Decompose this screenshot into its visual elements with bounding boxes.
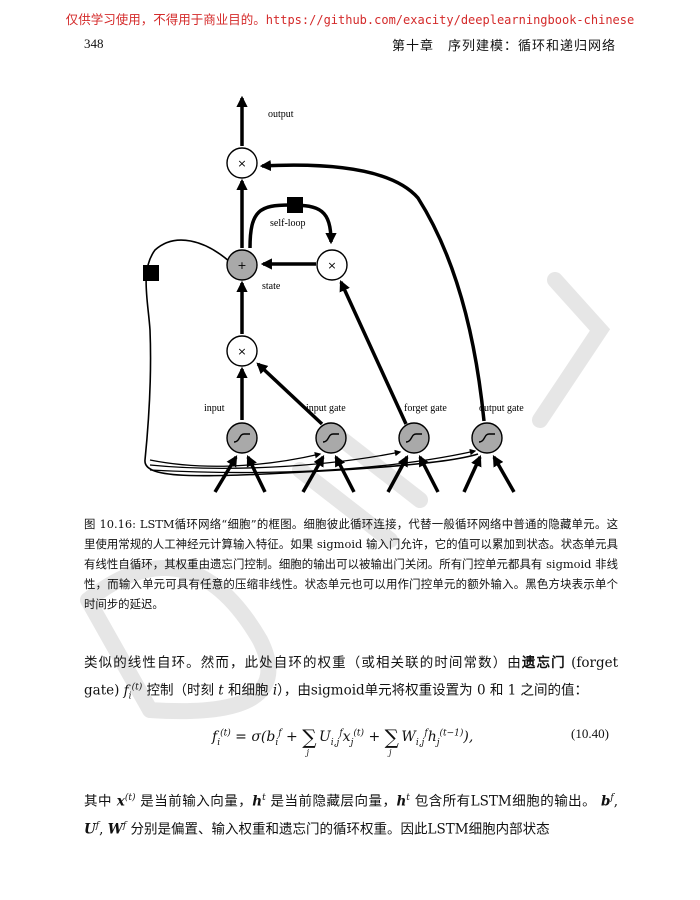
text-run: 分别是偏置、输入权重和遗忘门的循环权重。因此LSTM细胞内部状态	[130, 821, 550, 837]
input-arrow	[301, 455, 325, 493]
paragraph-forget-gate: 类似的线性自环。然而，此处自环的权重（或相关联的时间常数）由遗忘门 (forge…	[84, 655, 619, 702]
edge-input-gate-to-mult	[256, 362, 324, 426]
input-gate-sigmoid-node	[315, 422, 347, 454]
text-run: 类似的线性自环。然而，此处自环的权重（或相关联的时间常数）由	[84, 655, 522, 671]
text-run: 是当前隐藏层向量，	[270, 793, 397, 810]
text-run: 和细胞	[228, 682, 269, 699]
paragraph-inputs: 其中 x(t) 是当前输入向量，ht 是当前隐藏层向量，ht 包含所有LSTM细…	[84, 793, 619, 837]
text-run: 其中	[84, 793, 112, 810]
label-state: state	[262, 281, 281, 292]
equation-number: (10.40)	[571, 726, 609, 741]
input-arrow	[462, 454, 482, 493]
label-input: input	[204, 403, 225, 414]
delay-square-state	[143, 265, 159, 281]
input-arrow	[492, 455, 516, 493]
text-run: 是当前输入向量，	[140, 793, 253, 810]
label-forget-gate: forget gate	[404, 403, 447, 414]
input-arrow	[334, 455, 356, 493]
figure-caption: 图 10.16: LSTM循环网络“细胞”的框图。细胞彼此循环连接，代替一般循环…	[84, 517, 618, 611]
multiply-symbol: ×	[237, 345, 246, 358]
equation-body: fi(t) = σ(bif + ∑jUi,jfxj(t) + ∑jWi,jfhj…	[212, 725, 474, 757]
text-run: ），由sigmoid单元将权重设置为 0 和 1 之间的值：	[277, 682, 589, 699]
label-input-gate: input gate	[306, 403, 346, 414]
label-self-loop: self-loop	[270, 218, 306, 229]
label-output: output	[268, 109, 294, 120]
term-forget-gate: 遗忘门	[521, 655, 566, 671]
multiply-symbol: ×	[237, 157, 246, 170]
add-symbol: +	[237, 259, 246, 272]
state-to-forget-gate	[149, 449, 402, 469]
text-run: 控制（时刻	[146, 682, 215, 699]
label-output-gate: output gate	[479, 403, 524, 414]
equation-10-40: fi(t) = σ(bif + ∑jUi,jfxj(t) + ∑jWi,jfhj…	[0, 714, 700, 760]
delay-square-self-loop	[287, 197, 303, 213]
forget-gate-sigmoid-node	[398, 422, 430, 454]
lstm-cell-diagram: × + × × output self-loop state input inp…	[143, 95, 524, 493]
multiply-symbol: ×	[327, 259, 336, 272]
output-gate-sigmoid-node	[471, 422, 503, 454]
text-run: 包含所有LSTM细胞的输出。	[414, 793, 597, 810]
input-arrow	[386, 455, 409, 493]
edge-forget-gate-to-mult	[339, 279, 408, 425]
input-sigmoid-node	[226, 422, 258, 454]
